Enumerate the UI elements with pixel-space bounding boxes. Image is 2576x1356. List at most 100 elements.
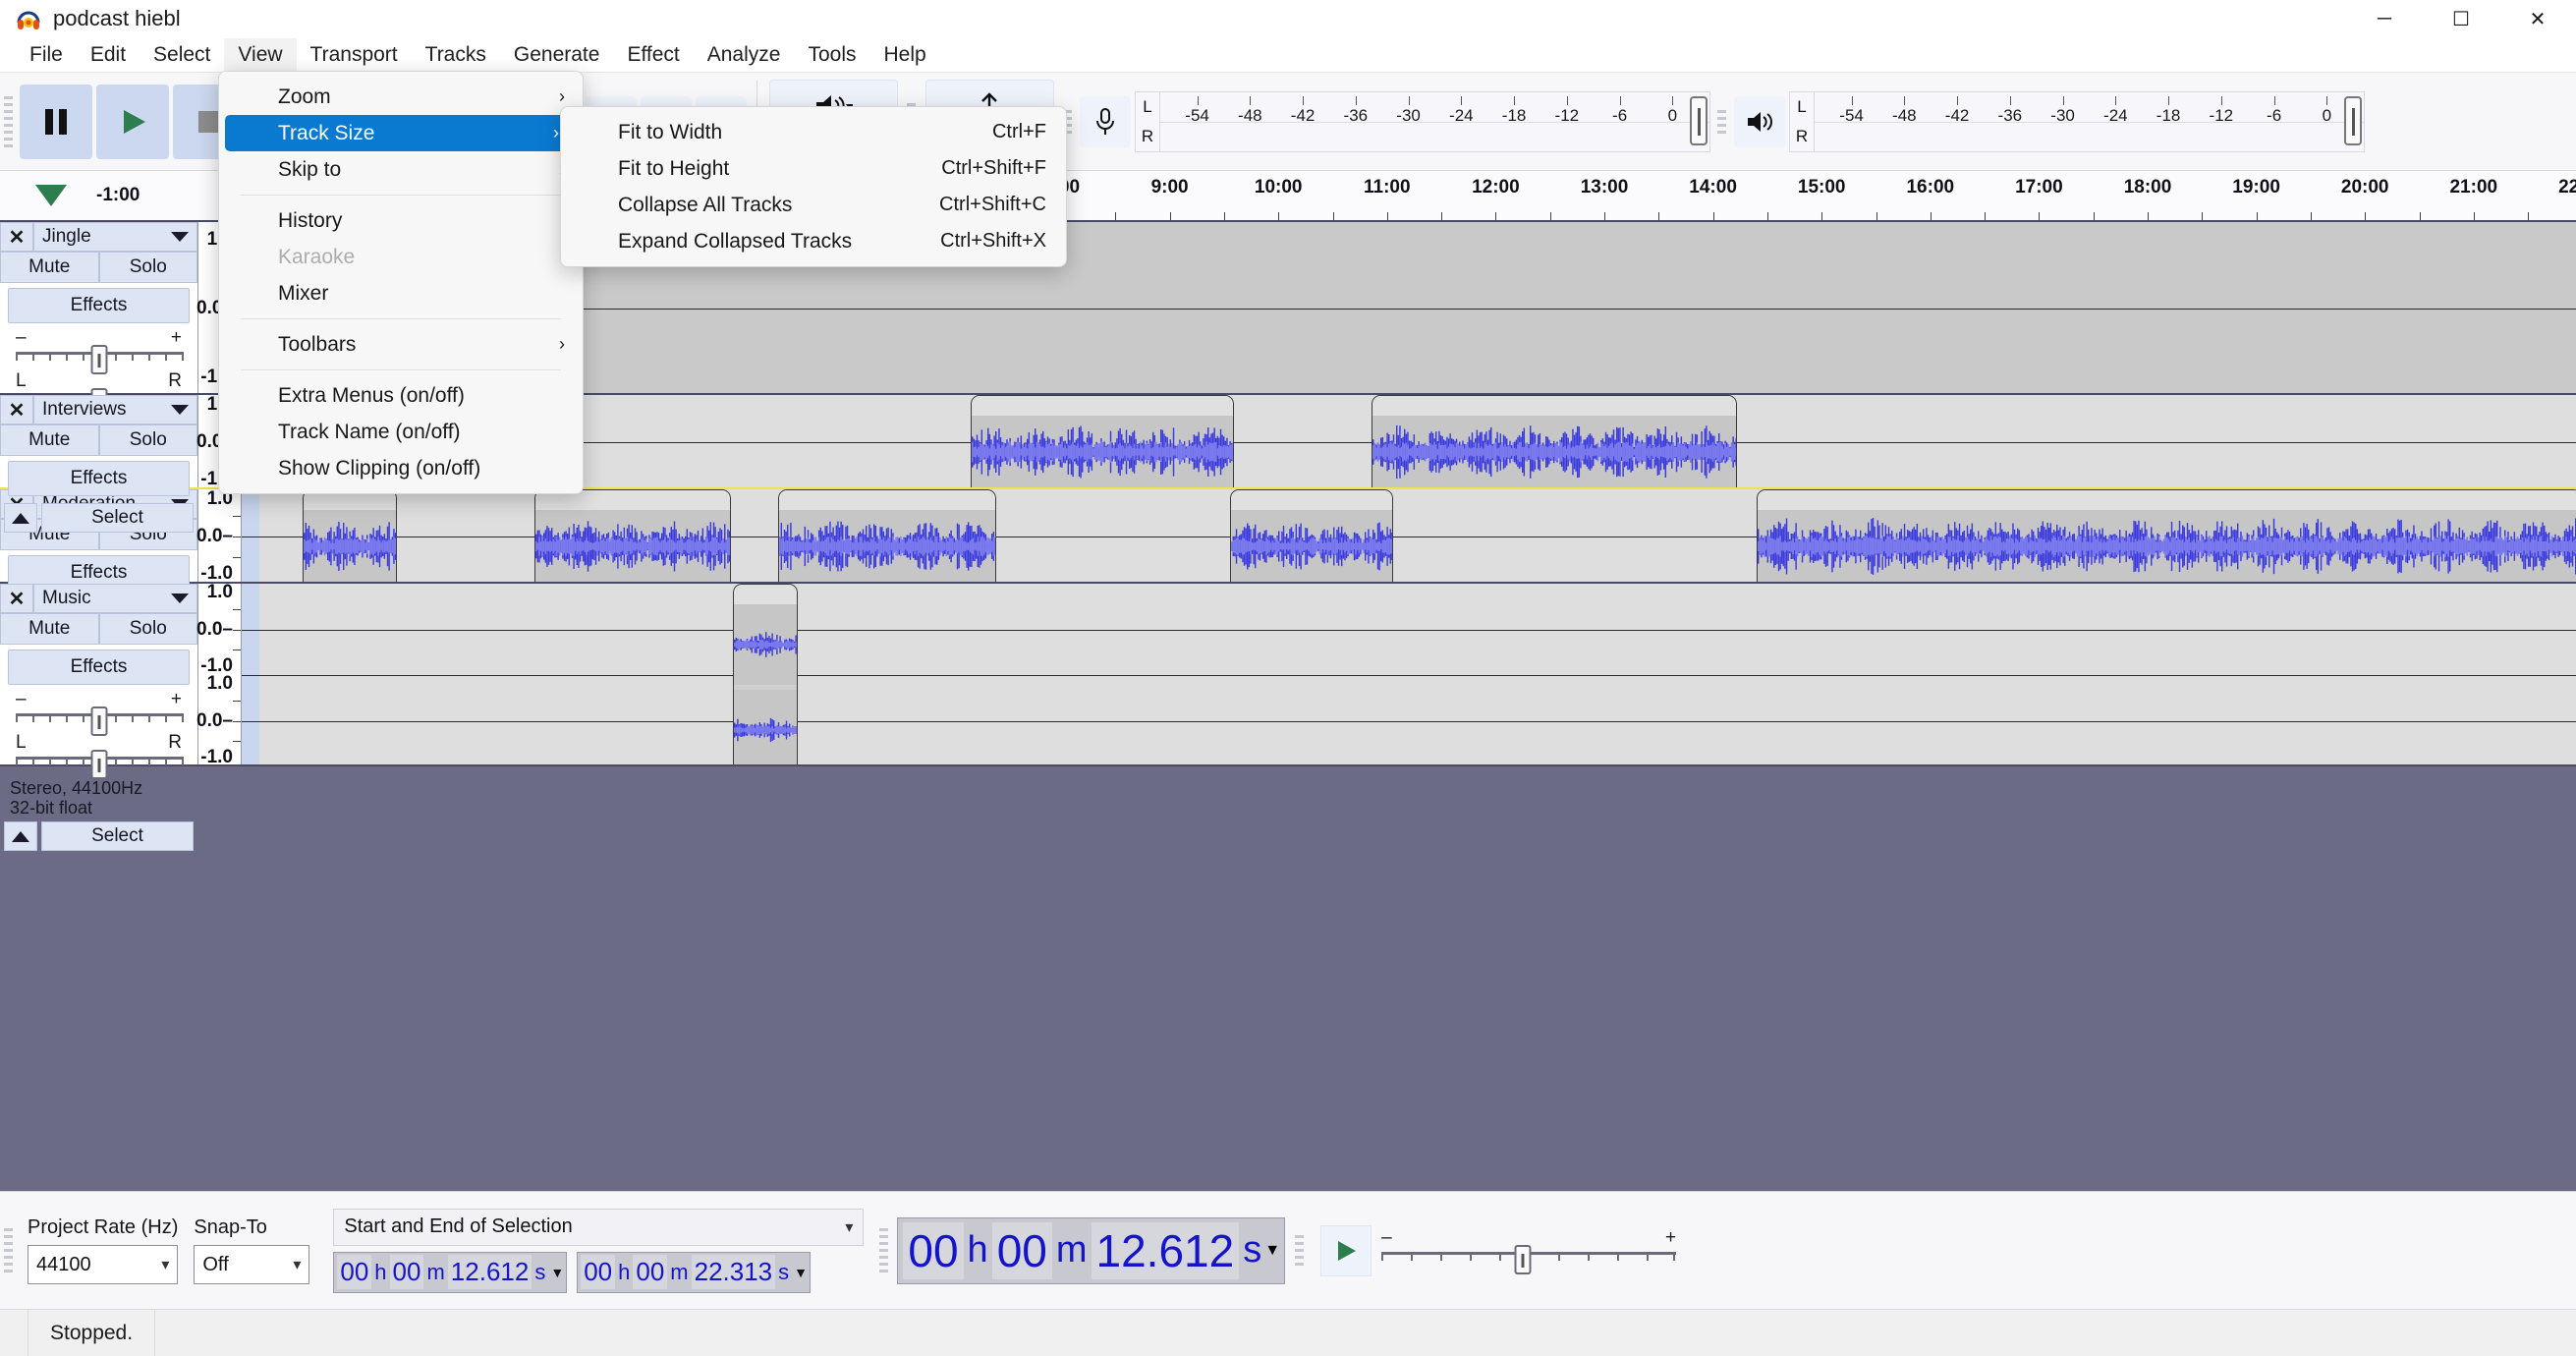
- clip-header[interactable]: [734, 585, 797, 604]
- audio-clip[interactable]: [733, 584, 798, 764]
- meter-tick-label: -54: [1185, 105, 1209, 125]
- microphone-icon[interactable]: [1079, 95, 1131, 147]
- audio-clip[interactable]: [1757, 489, 2576, 582]
- audio-clip[interactable]: [303, 489, 397, 582]
- track-size-item-fit-to-width[interactable]: Fit to Width Ctrl+F: [561, 114, 1066, 150]
- pan-slider[interactable]: [16, 750, 184, 779]
- menu-help[interactable]: Help: [870, 38, 940, 72]
- selection-mode-select[interactable]: Start and End of Selection ▾: [333, 1208, 865, 1246]
- pause-button[interactable]: [20, 84, 92, 159]
- play-meter-speaker-icon[interactable]: [1733, 95, 1785, 147]
- audio-clip[interactable]: [778, 489, 996, 582]
- clip-header[interactable]: [1231, 490, 1392, 510]
- audio-clip[interactable]: [1372, 395, 1738, 487]
- menu-effect[interactable]: Effect: [613, 38, 693, 72]
- transport-toolbar-grip[interactable]: [0, 73, 16, 170]
- minimize-button[interactable]: ─: [2346, 0, 2423, 37]
- track-name-button[interactable]: Interviews: [33, 395, 197, 424]
- track-effects-button[interactable]: Effects: [8, 650, 190, 685]
- record-meter[interactable]: L R -54 -48 -42 -36 -30 -24 -18 -12 -6 0: [1134, 90, 1710, 152]
- track-close-button[interactable]: ✕: [0, 222, 33, 252]
- view-menu-item-track-size[interactable]: Track Size ›: [225, 115, 577, 151]
- track-waveform-lane[interactable]: [242, 395, 2576, 487]
- time-toolbar-grip[interactable]: [875, 1218, 892, 1282]
- gain-slider[interactable]: [16, 345, 184, 374]
- track-size-item-fit-to-height[interactable]: Fit to Height Ctrl+Shift+F: [561, 150, 1066, 187]
- menu-transport[interactable]: Transport: [297, 38, 412, 72]
- view-menu-item-zoom[interactable]: Zoom ›: [219, 79, 583, 115]
- selection-toolbar-grip[interactable]: [0, 1218, 16, 1282]
- track-waveform-lane[interactable]: [242, 584, 2576, 764]
- track-name-button[interactable]: Jingle: [33, 222, 197, 252]
- maximize-button[interactable]: ☐: [2423, 0, 2499, 37]
- track-mute-button[interactable]: Mute: [0, 252, 99, 283]
- project-rate-select[interactable]: 44100 ▾: [28, 1245, 179, 1284]
- view-menu-item-mixer[interactable]: Mixer: [219, 275, 583, 311]
- end-time-dropdown-icon[interactable]: ▼: [794, 1265, 808, 1280]
- track-solo-button[interactable]: Solo: [98, 424, 197, 456]
- clip-header[interactable]: [1372, 396, 1736, 416]
- track-collapse-button[interactable]: [4, 503, 37, 533]
- view-menu-item-track-name-on-off[interactable]: Track Name (on/off): [219, 414, 583, 450]
- snap-to-select[interactable]: Off ▾: [194, 1245, 310, 1284]
- waveform: [779, 510, 996, 582]
- play-speed-grip[interactable]: [1291, 1225, 1308, 1275]
- track-effects-button[interactable]: Effects: [8, 288, 190, 323]
- track-select-button[interactable]: Select: [41, 821, 194, 851]
- view-menu-item-toolbars[interactable]: Toolbars ›: [219, 326, 583, 363]
- track-control-panel: ✕JingleMuteSoloEffects–+LRStereo, 44100H…: [0, 222, 198, 489]
- play-meter[interactable]: L R -54 -48 -42 -36 -30 -24 -18 -12 -6 0: [1788, 90, 2365, 152]
- audio-clip[interactable]: [1230, 489, 1393, 582]
- gain-slider-row: – +: [0, 690, 197, 736]
- track-waveform-lane[interactable]: [242, 489, 2576, 582]
- playhead-triangle-icon[interactable]: [35, 185, 67, 206]
- view-menu-item-extra-menus-on-off[interactable]: Extra Menus (on/off): [219, 377, 583, 414]
- start-time-dropdown-icon[interactable]: ▼: [550, 1265, 564, 1280]
- menu-file[interactable]: File: [16, 38, 77, 72]
- selection-start-time[interactable]: 00 h 00 m 12.612 s ▼: [333, 1251, 568, 1293]
- audio-position-display[interactable]: 00 h 00 m 12.612 s ▼: [897, 1216, 1286, 1284]
- play-button[interactable]: [96, 84, 169, 159]
- view-menu-item-history[interactable]: History: [219, 202, 583, 239]
- clip-header[interactable]: [972, 396, 1233, 416]
- track-size-item-collapse-all-tracks[interactable]: Collapse All Tracks Ctrl+Shift+C: [561, 187, 1066, 223]
- gain-slider[interactable]: [16, 706, 184, 736]
- track-collapse-button[interactable]: [4, 821, 37, 851]
- menu-tracks[interactable]: Tracks: [412, 38, 500, 72]
- track-row[interactable]: ✕ModerationMuteSoloEffectsSelect1.00.0–-…: [0, 488, 2576, 627]
- track-solo-button[interactable]: Solo: [98, 252, 197, 283]
- selection-end-time[interactable]: 00 h 00 m 22.313 s ▼: [577, 1251, 811, 1293]
- track-mute-button[interactable]: Mute: [0, 424, 99, 456]
- ruler-label: 22:00: [2558, 177, 2576, 198]
- play-speed-slider[interactable]: [1381, 1244, 1677, 1274]
- menu-view[interactable]: View: [224, 37, 297, 72]
- ruler-label: 11:00: [1364, 177, 1411, 198]
- record-meter-slider[interactable]: [1689, 95, 1708, 145]
- audio-clip[interactable]: [971, 395, 1235, 487]
- menu-tools[interactable]: Tools: [794, 38, 869, 72]
- menu-generate[interactable]: Generate: [500, 38, 614, 72]
- track-select-button[interactable]: Select: [41, 503, 194, 533]
- view-menu-item-skip-to[interactable]: Skip to›: [219, 151, 583, 188]
- track-effects-button[interactable]: Effects: [8, 461, 190, 496]
- play-at-speed-button[interactable]: [1320, 1224, 1372, 1276]
- audio-clip[interactable]: [534, 489, 731, 582]
- track-close-button[interactable]: ✕: [0, 584, 33, 613]
- track-row[interactable]: ✕ Music Mute Solo Effects – + L R Stereo, 44100Hz…: [0, 582, 2576, 851]
- track-name-button[interactable]: Music: [33, 584, 197, 613]
- track-close-button[interactable]: ✕: [0, 395, 33, 424]
- clip-header[interactable]: [779, 490, 995, 510]
- track-size-item-expand-collapsed-tracks[interactable]: Expand Collapsed Tracks Ctrl+Shift+X: [561, 223, 1066, 259]
- track-mute-button[interactable]: Mute: [0, 613, 99, 645]
- menu-edit[interactable]: Edit: [77, 38, 140, 72]
- position-dropdown-icon[interactable]: ▼: [1264, 1242, 1280, 1260]
- close-button[interactable]: ✕: [2499, 0, 2576, 37]
- track-solo-button[interactable]: Solo: [98, 613, 197, 645]
- play-meter-grip[interactable]: [1713, 73, 1730, 170]
- menu-select[interactable]: Select: [140, 38, 224, 72]
- menu-analyze[interactable]: Analyze: [694, 38, 795, 72]
- meter-tick-label: -42: [1290, 105, 1316, 125]
- play-meter-slider[interactable]: [2343, 95, 2362, 145]
- view-menu-item-show-clipping-on-off[interactable]: Show Clipping (on/off): [219, 450, 583, 486]
- clip-header[interactable]: [1758, 490, 2576, 510]
